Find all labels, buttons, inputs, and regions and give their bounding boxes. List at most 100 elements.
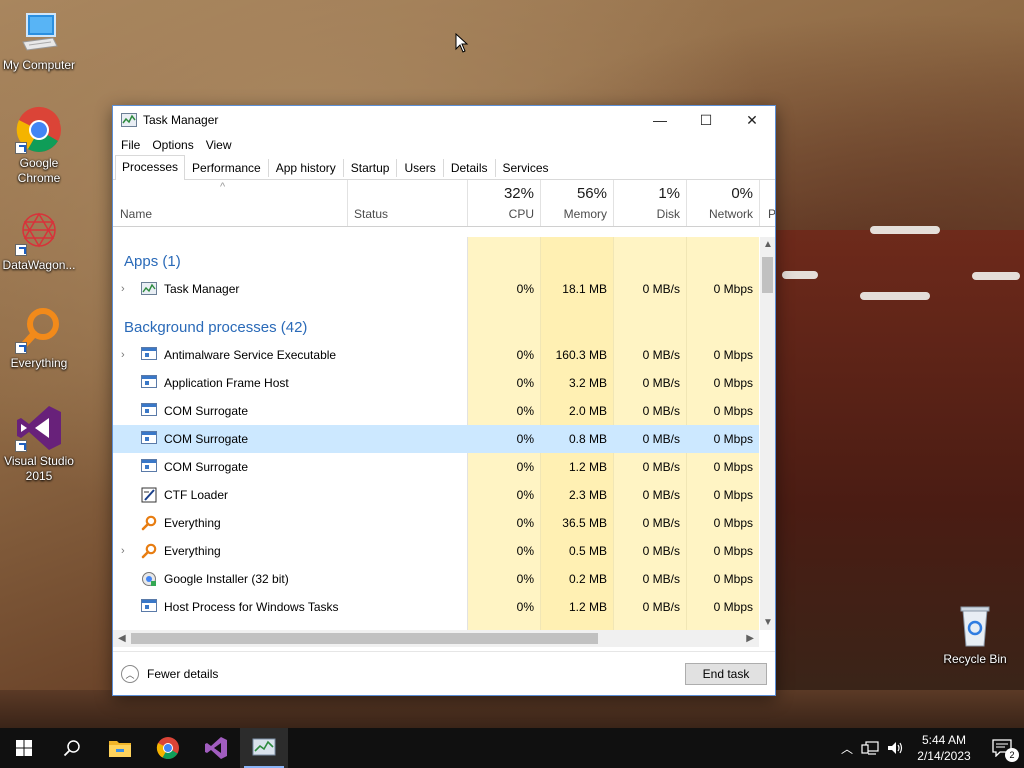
taskbar-task-manager[interactable] bbox=[240, 728, 288, 768]
desktop-icon-datawagon[interactable]: DataWagon... bbox=[0, 208, 78, 273]
desktop-icon-label: Visual Studio 2015 bbox=[4, 454, 74, 483]
process-network: 0 Mbps bbox=[713, 600, 753, 614]
process-cpu: 0% bbox=[516, 544, 534, 558]
process-network: 0 Mbps bbox=[713, 404, 753, 418]
column-header-label: P bbox=[768, 207, 775, 221]
process-network: 0 Mbps bbox=[713, 432, 753, 446]
desktop-icon-label: Recycle Bin bbox=[943, 652, 1007, 666]
minimize-button[interactable]: — bbox=[637, 106, 683, 134]
task-manager-icon bbox=[121, 113, 137, 127]
group-header-apps[interactable]: Apps (1) bbox=[113, 247, 759, 275]
tab-details[interactable]: Details bbox=[444, 156, 495, 179]
vertical-scrollbar[interactable]: ▲ ▼ bbox=[760, 237, 775, 630]
column-header-power[interactable]: P bbox=[759, 180, 775, 226]
process-row[interactable]: Google Installer (32 bit) 0% 0.2 MB 0 MB/s 0… bbox=[113, 565, 759, 593]
tab-services[interactable]: Services bbox=[496, 156, 556, 179]
clock-time: 5:44 AM bbox=[921, 733, 967, 747]
menu-options[interactable]: Options bbox=[148, 138, 201, 152]
process-network: 0 Mbps bbox=[713, 348, 753, 362]
taskbar-visual-studio[interactable] bbox=[192, 728, 240, 768]
process-row[interactable]: COM Surrogate 0% 2.0 MB 0 MB/s 0 Mbps bbox=[113, 397, 759, 425]
process-row[interactable]: Application Frame Host 0% 3.2 MB 0 MB/s 0 Mb… bbox=[113, 369, 759, 397]
menu-view[interactable]: View bbox=[202, 138, 240, 152]
title-bar[interactable]: Task Manager — ☐ ✕ bbox=[113, 106, 775, 134]
tab-startup[interactable]: Startup bbox=[344, 156, 397, 179]
process-disk: 0 MB/s bbox=[642, 404, 680, 418]
cpu-total-percent: 32% bbox=[503, 185, 534, 202]
show-hidden-icons-chevron-icon[interactable]: ︿ bbox=[836, 740, 858, 757]
start-button[interactable] bbox=[0, 728, 48, 768]
desktop-icon-everything[interactable]: Everything bbox=[0, 306, 78, 371]
process-row[interactable]: › Task Manager 0% 18.1 MB 0 MB/s 0 Mbps bbox=[113, 275, 759, 303]
everything-icon bbox=[141, 543, 157, 559]
tab-processes[interactable]: Processes bbox=[115, 155, 186, 180]
desktop-icon-my-computer[interactable]: My Computer bbox=[0, 8, 78, 73]
process-row[interactable]: › Antimalware Service Executable 0% 160.3 M… bbox=[113, 341, 759, 369]
menu-file[interactable]: File bbox=[117, 138, 148, 152]
end-task-button[interactable]: End task bbox=[685, 663, 767, 685]
wallpaper-light bbox=[972, 272, 1020, 280]
clock[interactable]: 5:44 AM 2/14/2023 bbox=[908, 732, 980, 764]
desktop-icon-recycle-bin[interactable]: Recycle Bin bbox=[936, 602, 1014, 667]
process-memory: 1.2 MB bbox=[568, 460, 607, 474]
fewer-details-button[interactable]: ︿ Fewer details bbox=[121, 665, 218, 683]
clock-date: 2/14/2023 bbox=[917, 749, 971, 763]
vertical-scroll-thumb[interactable] bbox=[762, 257, 773, 293]
process-row[interactable]: Everything 0% 36.5 MB 0 MB/s 0 Mbps bbox=[113, 509, 759, 537]
column-header-memory[interactable]: 56% Memory bbox=[540, 180, 613, 226]
process-disk: 0 MB/s bbox=[642, 460, 680, 474]
scroll-right-icon[interactable]: ▶ bbox=[746, 633, 754, 644]
expand-chevron-icon[interactable]: › bbox=[121, 283, 125, 295]
footer-bar: ︿ Fewer details End task bbox=[113, 651, 775, 695]
process-row[interactable]: COM Surrogate 0% 0.8 MB 0 MB/s 0 Mbps bbox=[113, 425, 759, 453]
process-name: Everything bbox=[164, 516, 221, 530]
process-icon bbox=[141, 347, 157, 363]
process-cpu: 0% bbox=[516, 600, 534, 614]
process-disk: 0 MB/s bbox=[642, 544, 680, 558]
visual-studio-icon bbox=[205, 737, 227, 759]
horizontal-scroll-thumb[interactable] bbox=[131, 633, 598, 644]
tab-performance[interactable]: Performance bbox=[185, 156, 268, 179]
desktop-icon-visual-studio[interactable]: Visual Studio 2015 bbox=[0, 404, 78, 484]
tab-users[interactable]: Users bbox=[397, 156, 442, 179]
scroll-up-icon[interactable]: ▲ bbox=[763, 239, 773, 250]
process-row[interactable]: › Everything 0% 0.5 MB 0 MB/s 0 Mbps bbox=[113, 537, 759, 565]
tab-bar: Processes Performance App history Startu… bbox=[113, 155, 775, 180]
volume-icon[interactable] bbox=[886, 740, 906, 756]
column-header-disk[interactable]: 1% Disk bbox=[613, 180, 686, 226]
horizontal-scrollbar[interactable]: ◀ ▶ bbox=[113, 630, 759, 647]
taskbar-file-explorer[interactable] bbox=[96, 728, 144, 768]
process-name: Application Frame Host bbox=[164, 376, 289, 390]
process-memory: 2.0 MB bbox=[568, 404, 607, 418]
group-header-label: Apps (1) bbox=[124, 252, 181, 270]
process-row[interactable]: CTF Loader 0% 2.3 MB 0 MB/s 0 Mbps bbox=[113, 481, 759, 509]
desktop-icon-label: DataWagon... bbox=[2, 258, 76, 272]
network-total-percent: 0% bbox=[731, 185, 753, 202]
taskbar-chrome[interactable] bbox=[144, 728, 192, 768]
column-header-cpu[interactable]: 32% CPU bbox=[467, 180, 540, 226]
window-title: Task Manager bbox=[143, 113, 219, 127]
fewer-details-label: Fewer details bbox=[147, 667, 219, 681]
expand-chevron-icon[interactable]: › bbox=[121, 349, 125, 361]
tab-app-history[interactable]: App history bbox=[269, 156, 343, 179]
scroll-left-icon[interactable]: ◀ bbox=[118, 633, 126, 644]
network-icon[interactable] bbox=[860, 740, 882, 756]
process-row[interactable]: COM Surrogate 0% 1.2 MB 0 MB/s 0 Mbps bbox=[113, 453, 759, 481]
process-cpu: 0% bbox=[516, 404, 534, 418]
search-button[interactable] bbox=[48, 728, 96, 768]
process-name: Google Installer (32 bit) bbox=[164, 572, 289, 586]
column-header-status[interactable]: Status bbox=[347, 180, 467, 226]
column-header-network[interactable]: 0% Network bbox=[686, 180, 759, 226]
action-center-button[interactable]: 2 bbox=[980, 728, 1024, 768]
scroll-down-icon[interactable]: ▼ bbox=[763, 617, 773, 628]
group-header-background-processes[interactable]: Background processes (42) bbox=[113, 313, 759, 341]
column-header-name[interactable]: Name bbox=[113, 180, 347, 226]
close-button[interactable]: ✕ bbox=[729, 106, 775, 134]
process-row[interactable]: Host Process for Windows Tasks 0% 1.2 MB 0 … bbox=[113, 593, 759, 621]
computer-icon bbox=[15, 8, 63, 56]
desktop-icon-google-chrome[interactable]: Google Chrome bbox=[0, 106, 78, 186]
maximize-button[interactable]: ☐ bbox=[683, 106, 729, 134]
expand-chevron-icon[interactable]: › bbox=[121, 545, 125, 557]
process-network: 0 Mbps bbox=[713, 544, 753, 558]
shortcut-arrow-icon bbox=[15, 142, 27, 154]
